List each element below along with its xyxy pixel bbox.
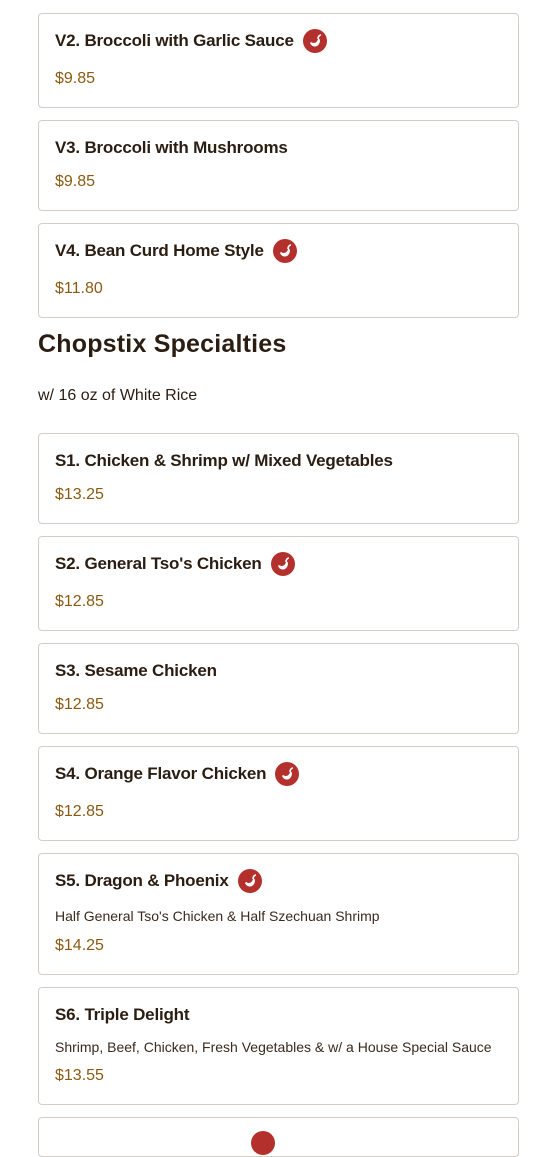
item-price: $14.25 bbox=[55, 937, 104, 954]
item-name: S5. Dragon & Phoenix bbox=[55, 871, 229, 890]
item-name: S6. Triple Delight bbox=[55, 1005, 190, 1024]
section-title: Chopstix Specialties bbox=[38, 330, 287, 358]
menu-item-s3[interactable]: S3. Sesame Chicken $12.85 bbox=[38, 643, 519, 734]
item-description: Half General Tso's Chicken & Half Szechu… bbox=[55, 908, 380, 924]
item-name: V2. Broccoli with Garlic Sauce bbox=[55, 31, 294, 50]
item-name: S1. Chicken & Shrimp w/ Mixed Vegetables bbox=[55, 451, 393, 470]
menu-item-v3[interactable]: V3. Broccoli with Mushrooms $9.85 bbox=[38, 120, 519, 211]
item-name-row: S4. Orange Flavor Chicken bbox=[55, 762, 300, 786]
item-name-row: S3. Sesame Chicken bbox=[55, 661, 217, 681]
section-note: w/ 16 oz of White Rice bbox=[38, 387, 198, 404]
menu-item-s4[interactable]: S4. Orange Flavor Chicken $12.85 bbox=[38, 746, 519, 841]
chili-pepper-icon bbox=[272, 239, 297, 263]
menu-item-s2[interactable]: S2. General Tso's Chicken $12.85 bbox=[38, 536, 519, 631]
item-price: $12.85 bbox=[55, 593, 104, 610]
menu-item-card-partial-bottom[interactable] bbox=[38, 1117, 519, 1157]
menu-item-s6[interactable]: S6. Triple Delight Shrimp, Beef, Chicken… bbox=[38, 987, 519, 1105]
item-price: $13.55 bbox=[55, 1067, 104, 1084]
item-name: V3. Broccoli with Mushrooms bbox=[55, 138, 288, 157]
chili-pepper-icon bbox=[275, 762, 300, 786]
menu-item-v4[interactable]: V4. Bean Curd Home Style $11.80 bbox=[38, 223, 519, 318]
item-name-row: V3. Broccoli with Mushrooms bbox=[55, 138, 288, 158]
item-price: $11.80 bbox=[55, 280, 103, 297]
item-name: S4. Orange Flavor Chicken bbox=[55, 764, 267, 783]
item-name: V4. Bean Curd Home Style bbox=[55, 241, 264, 260]
chili-pepper-icon bbox=[237, 869, 262, 893]
item-price: $9.85 bbox=[55, 173, 96, 190]
menu-item-s1[interactable]: S1. Chicken & Shrimp w/ Mixed Vegetables… bbox=[38, 433, 519, 524]
item-name-row: V2. Broccoli with Garlic Sauce bbox=[55, 29, 327, 53]
menu-item-v2[interactable]: V2. Broccoli with Garlic Sauce $9.85 bbox=[38, 13, 519, 108]
item-price: $13.25 bbox=[55, 486, 104, 503]
item-name-row: S5. Dragon & Phoenix bbox=[55, 869, 262, 893]
item-name: S3. Sesame Chicken bbox=[55, 661, 217, 680]
item-price: $12.85 bbox=[55, 696, 104, 713]
chili-pepper-icon bbox=[251, 1131, 275, 1155]
item-price: $9.85 bbox=[55, 70, 96, 87]
chili-pepper-icon bbox=[302, 29, 327, 53]
item-name: S2. General Tso's Chicken bbox=[55, 554, 262, 573]
menu-item-s5[interactable]: S5. Dragon & Phoenix Half General Tso's … bbox=[38, 853, 519, 975]
item-name-row: S2. General Tso's Chicken bbox=[55, 552, 295, 576]
item-name-row: S6. Triple Delight bbox=[55, 1005, 190, 1025]
item-price: $12.85 bbox=[55, 803, 104, 820]
chili-pepper-icon bbox=[270, 552, 295, 576]
item-description: Shrimp, Beef, Chicken, Fresh Vegetables … bbox=[55, 1039, 492, 1055]
item-name-row: S1. Chicken & Shrimp w/ Mixed Vegetables bbox=[55, 451, 393, 471]
item-name-row: V4. Bean Curd Home Style bbox=[55, 239, 297, 263]
